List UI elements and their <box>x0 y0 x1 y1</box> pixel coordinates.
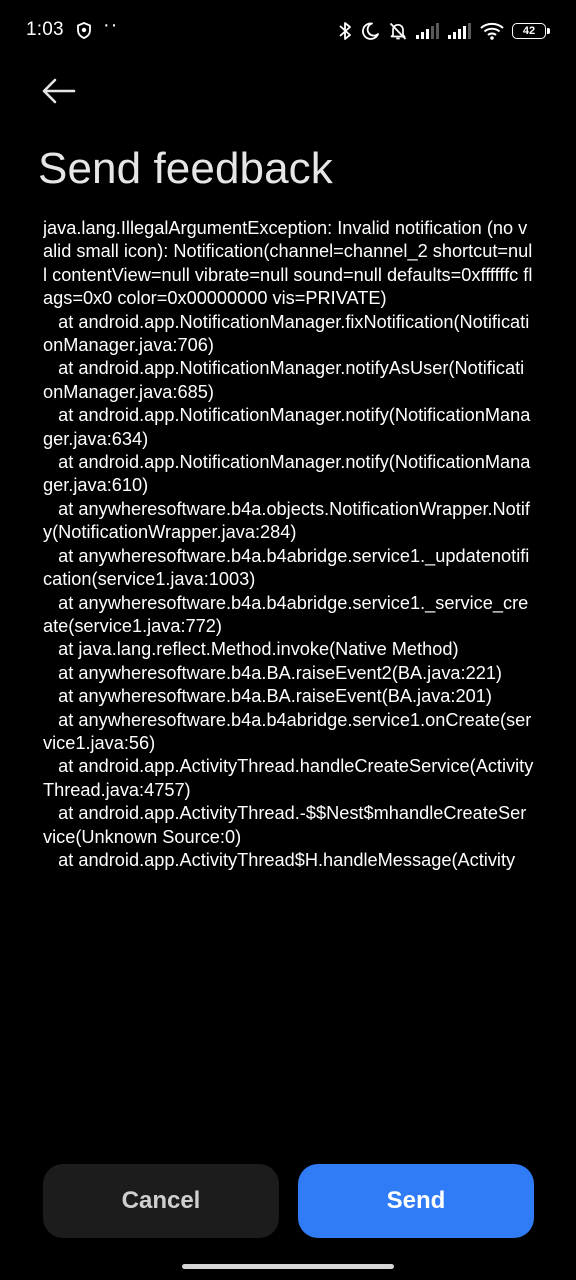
arrow-left-icon <box>42 78 76 104</box>
cancel-button[interactable]: Cancel <box>43 1164 279 1238</box>
status-time: 1:03 <box>26 19 64 40</box>
status-icons: 42 <box>338 18 550 44</box>
battery-level: 42 <box>522 24 536 37</box>
moon-icon <box>362 22 379 40</box>
shield-icon <box>77 22 91 39</box>
signal-icon <box>416 23 439 39</box>
status-bar: 1:03 ·· 42 <box>0 0 576 62</box>
feedback-log-area[interactable]: java.lang.IllegalArgumentException: Inva… <box>43 217 534 1144</box>
home-indicator[interactable] <box>182 1264 394 1269</box>
page-title: Send feedback <box>38 144 333 193</box>
back-button[interactable] <box>34 70 82 112</box>
bell-off-icon <box>389 22 407 40</box>
notification-dots: ·· <box>103 14 119 36</box>
bluetooth-icon <box>339 22 351 40</box>
signal-icon <box>448 23 471 39</box>
battery-icon: 42 <box>512 23 550 39</box>
send-button[interactable]: Send <box>298 1164 534 1238</box>
wifi-icon <box>480 22 504 40</box>
feedback-log-text: java.lang.IllegalArgumentException: Inva… <box>43 218 534 870</box>
